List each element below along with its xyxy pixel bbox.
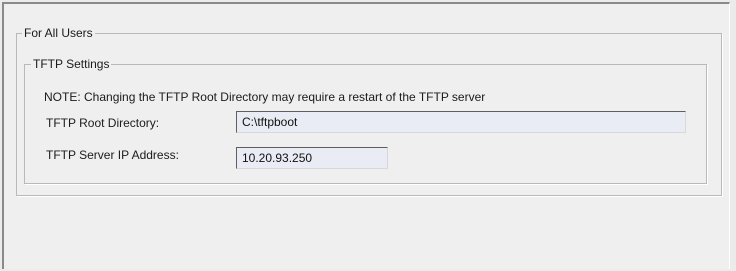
restart-note: NOTE: Changing the TFTP Root Directory m… — [44, 90, 486, 104]
tftp-server-ip-input[interactable] — [236, 147, 388, 169]
tftp-root-directory-input[interactable] — [236, 111, 686, 133]
tftp-settings-title: TFTP Settings — [31, 57, 112, 71]
tftp-server-ip-label: TFTP Server IP Address: — [46, 148, 179, 162]
for-all-users-title: For All Users — [22, 26, 95, 40]
tftp-root-directory-label: TFTP Root Directory: — [46, 116, 160, 130]
